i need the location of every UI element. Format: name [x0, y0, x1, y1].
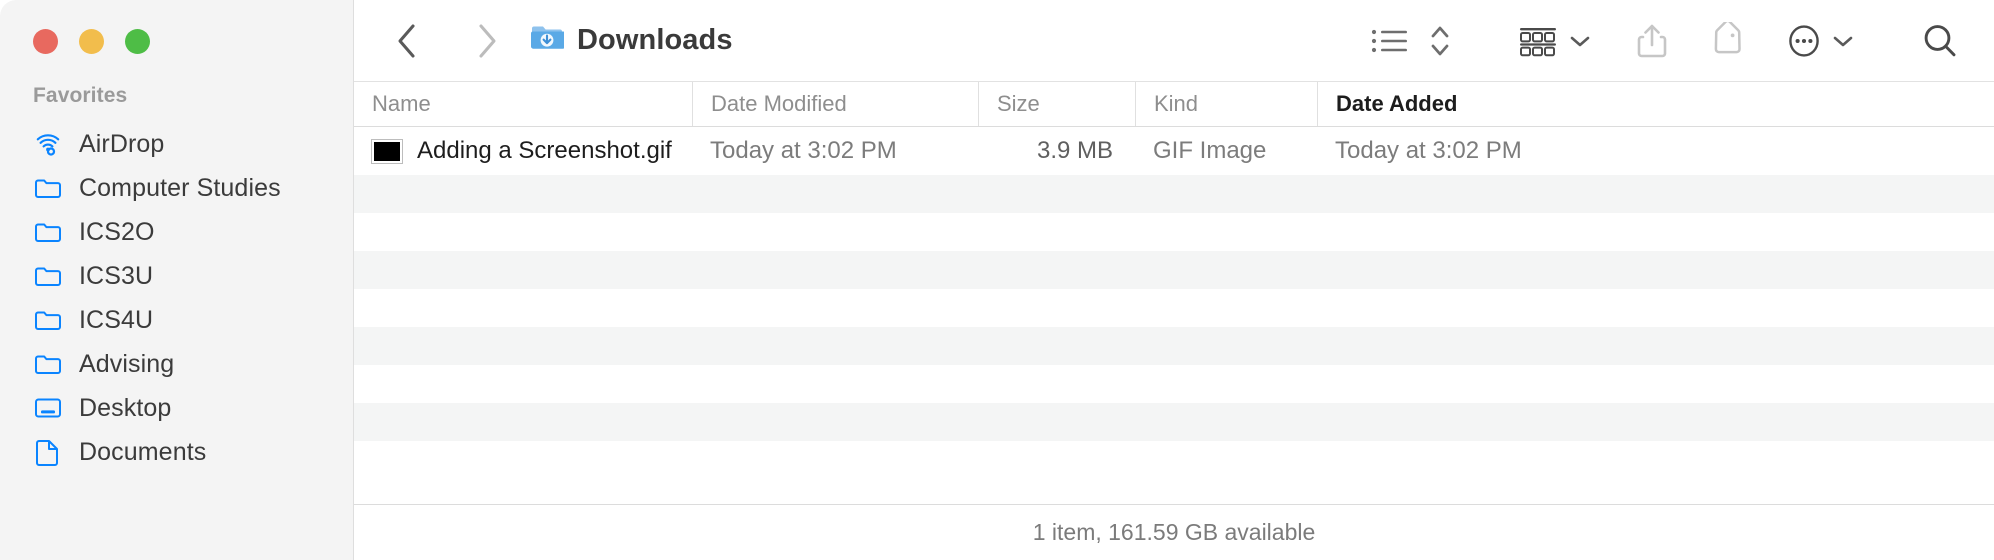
search-button[interactable]: [1920, 14, 1960, 68]
toolbar: Downloads: [354, 0, 1994, 81]
page-title: Downloads: [577, 24, 733, 56]
sidebar-item-label: Desktop: [79, 393, 172, 422]
airdrop-icon: [33, 129, 63, 159]
tags-button[interactable]: [1707, 14, 1747, 68]
share-icon: [1637, 24, 1667, 57]
file-date-added-cell: Today at 3:02 PM: [1335, 137, 1522, 164]
sidebar-item-ics3u[interactable]: ICS3U: [0, 254, 353, 298]
view-options-stepper[interactable]: [1428, 14, 1452, 68]
more-chevron-down-icon[interactable]: [1832, 34, 1854, 48]
forward-button[interactable]: [460, 14, 514, 68]
more-options-button[interactable]: [1785, 14, 1823, 68]
tag-icon: [1714, 21, 1741, 53]
table-row[interactable]: Adding a Screenshot.gif Today at 3:02 PM…: [354, 127, 1994, 175]
chevron-right-icon: [479, 23, 496, 58]
group-chevron-down-icon[interactable]: [1569, 34, 1591, 48]
ellipsis-circle-icon: [1789, 24, 1819, 57]
file-name-label: Adding a Screenshot.gif: [417, 137, 672, 164]
finder-window: Favorites AirDrop Computer Studies ICS2O…: [0, 0, 1994, 560]
sidebar-item-computer-studies[interactable]: Computer Studies: [0, 166, 353, 210]
minimize-button[interactable]: [79, 29, 104, 54]
sidebar-item-label: Documents: [79, 437, 207, 466]
empty-row: [354, 441, 1994, 479]
path-title[interactable]: Downloads: [530, 23, 733, 58]
back-button[interactable]: [380, 14, 434, 68]
group-grid-icon: [1520, 27, 1556, 56]
group-items-button[interactable]: [1516, 14, 1560, 68]
close-button[interactable]: [33, 29, 58, 54]
sidebar-item-ics4u[interactable]: ICS4U: [0, 298, 353, 342]
folder-icon: [33, 305, 63, 335]
empty-row: [354, 403, 1994, 441]
file-list: Adding a Screenshot.gif Today at 3:02 PM…: [354, 127, 1994, 504]
chevron-left-icon: [398, 23, 415, 58]
folder-icon: [33, 217, 63, 247]
empty-row: [354, 175, 1994, 213]
sidebar: Favorites AirDrop Computer Studies ICS2O…: [0, 0, 354, 560]
column-header-date-modified[interactable]: Date Modified: [692, 82, 978, 126]
column-headers: Name Date Modified Size Kind Date Added: [354, 81, 1994, 127]
view-controls: [1370, 14, 1452, 68]
share-button[interactable]: [1635, 14, 1669, 68]
empty-row: [354, 289, 1994, 327]
sidebar-item-label: ICS3U: [79, 261, 154, 290]
sidebar-item-label: Advising: [79, 349, 175, 378]
sidebar-item-desktop[interactable]: Desktop: [0, 386, 353, 430]
sidebar-item-airdrop[interactable]: AirDrop: [0, 122, 353, 166]
sidebar-item-documents[interactable]: Documents: [0, 430, 353, 474]
sidebar-section-favorites: Favorites: [33, 84, 128, 107]
folder-icon: [33, 349, 63, 379]
empty-row: [354, 365, 1994, 403]
desktop-icon: [33, 393, 63, 423]
sidebar-item-label: AirDrop: [79, 129, 165, 158]
chevron-up-down-icon: [1431, 26, 1449, 55]
column-header-kind[interactable]: Kind: [1135, 82, 1317, 126]
documents-icon: [33, 437, 63, 467]
column-header-name[interactable]: Name: [354, 82, 692, 126]
file-size-cell: 3.9 MB: [1036, 137, 1113, 164]
status-text: 1 item, 161.59 GB available: [1032, 519, 1316, 545]
list-view-icon: [1371, 29, 1407, 52]
column-header-size[interactable]: Size: [978, 82, 1135, 126]
sidebar-item-label: ICS2O: [79, 217, 155, 246]
search-icon: [1924, 24, 1956, 56]
folder-icon: [33, 173, 63, 203]
group-items-control[interactable]: [1516, 14, 1591, 68]
file-date-modified-cell: Today at 3:02 PM: [710, 137, 897, 164]
sidebar-list: AirDrop Computer Studies ICS2O ICS3U ICS…: [0, 122, 353, 474]
downloads-folder-icon: [530, 23, 565, 58]
column-header-date-added[interactable]: Date Added: [1317, 82, 1994, 126]
sidebar-item-label: Computer Studies: [79, 173, 281, 202]
empty-row: [354, 251, 1994, 289]
sidebar-item-ics2o[interactable]: ICS2O: [0, 210, 353, 254]
file-name-cell: Adding a Screenshot.gif: [354, 137, 692, 165]
folder-icon: [33, 261, 63, 291]
file-kind-cell: GIF Image: [1153, 137, 1267, 164]
empty-row: [354, 213, 1994, 251]
list-view-button[interactable]: [1370, 14, 1410, 68]
sidebar-item-label: ICS4U: [79, 305, 154, 334]
sidebar-item-advising[interactable]: Advising: [0, 342, 353, 386]
gif-thumbnail-icon: [371, 138, 403, 164]
main-pane: Downloads Name Date Modified Size Kind D…: [354, 0, 1994, 560]
status-bar: 1 item, 161.59 GB available: [354, 504, 1994, 560]
more-options-control[interactable]: [1785, 14, 1854, 68]
empty-row: [354, 327, 1994, 365]
zoom-button[interactable]: [125, 29, 150, 54]
traffic-light-buttons: [0, 0, 353, 54]
